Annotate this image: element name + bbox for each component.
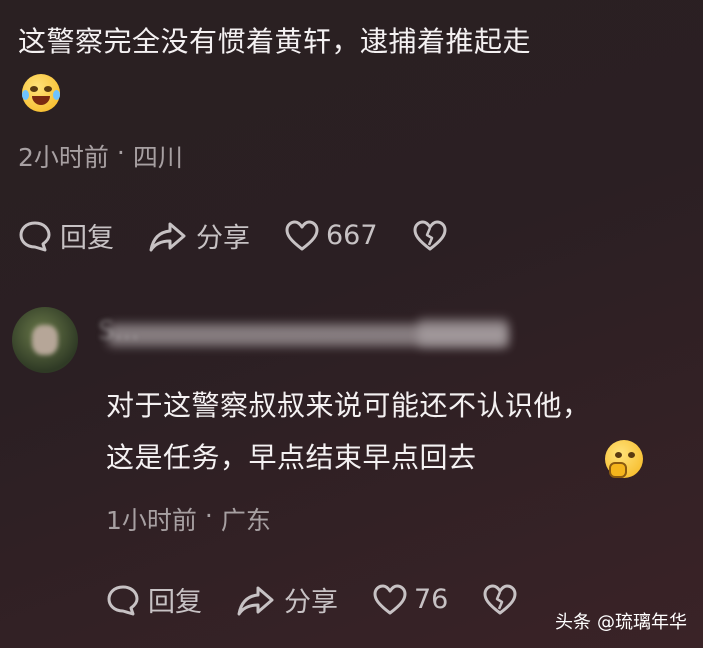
thinking-emoji-icon — [605, 440, 644, 478]
comment-location: 四川 — [132, 143, 183, 172]
like-button[interactable]: 76 — [372, 583, 448, 617]
like-count: 76 — [414, 584, 449, 615]
comment-actions: 回复 分享 76 — [106, 580, 518, 619]
comment-location: 广东 — [220, 506, 271, 535]
share-button[interactable]: 分享 — [148, 216, 250, 255]
username-blurred[interactable]: S... — [98, 316, 518, 352]
reply-button[interactable]: 回复 — [18, 216, 114, 255]
broken-heart-icon — [413, 220, 447, 250]
heart-icon — [373, 584, 407, 614]
reply-button[interactable]: 回复 — [106, 580, 202, 619]
share-label: 分享 — [284, 587, 338, 618]
comment-bubble-icon — [107, 585, 139, 615]
crying-laughing-emoji-icon — [22, 74, 60, 112]
comment-text: 这警察完全没有惯着黄轩，逮捕着推起走 — [18, 25, 532, 58]
meta-separator: · — [116, 138, 125, 167]
comment-time: 2小时前 — [18, 143, 109, 172]
share-button[interactable]: 分享 — [236, 580, 338, 619]
comment-time: 1小时前 — [106, 506, 197, 535]
dislike-button[interactable] — [482, 583, 518, 617]
comment-actions: 回复 分享 667 — [18, 216, 448, 255]
comment-text-line1: 对于这警察叔叔来说可能还不认识他， — [106, 389, 591, 422]
share-label: 分享 — [196, 223, 250, 254]
comment-meta: 1小时前 · 广东 — [106, 501, 271, 537]
comment-bubble-icon — [19, 221, 51, 251]
comment-meta: 2小时前 · 四川 — [18, 138, 183, 174]
reply-label: 回复 — [60, 223, 114, 254]
comment-text-line2: 这是任务，早点结束早点回去 — [106, 441, 477, 474]
like-count: 667 — [326, 220, 378, 251]
meta-separator: · — [204, 501, 213, 530]
share-arrow-icon — [237, 586, 274, 615]
reply-label: 回复 — [148, 587, 202, 618]
like-button[interactable]: 667 — [284, 219, 378, 253]
watermark: 头条 @琉璃年华 — [555, 608, 687, 634]
heart-icon — [285, 220, 319, 250]
watermark-brand: 头条 — [555, 612, 591, 633]
dislike-button[interactable] — [412, 219, 448, 253]
watermark-author: @琉璃年华 — [597, 612, 687, 633]
avatar[interactable] — [12, 307, 78, 373]
broken-heart-icon — [483, 584, 517, 614]
share-arrow-icon — [149, 222, 186, 251]
